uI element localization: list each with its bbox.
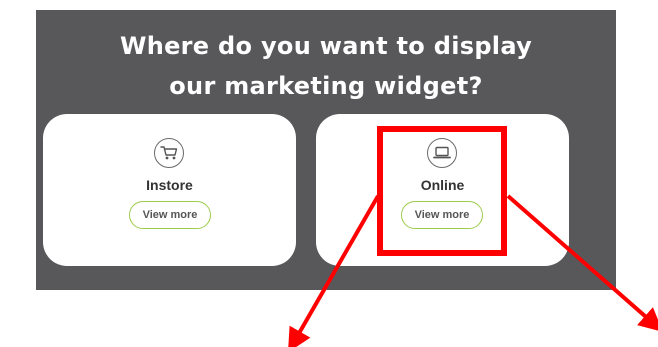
instore-label: Instore xyxy=(146,177,193,193)
online-view-more-button[interactable]: View more xyxy=(401,201,483,229)
online-option-card[interactable]: Online View more xyxy=(316,114,569,266)
online-label: Online xyxy=(420,177,465,193)
page-heading: Where do you want to display our marketi… xyxy=(36,26,616,106)
page: Where do you want to display our marketi… xyxy=(0,0,658,347)
instore-option-card[interactable]: Instore View more xyxy=(43,114,296,266)
shopping-cart-icon xyxy=(154,138,184,168)
laptop-icon xyxy=(427,138,457,168)
heading-line-1: Where do you want to display xyxy=(119,32,533,60)
instore-view-more-button[interactable]: View more xyxy=(129,201,211,229)
heading-line-2: our marketing widget? xyxy=(169,72,483,100)
